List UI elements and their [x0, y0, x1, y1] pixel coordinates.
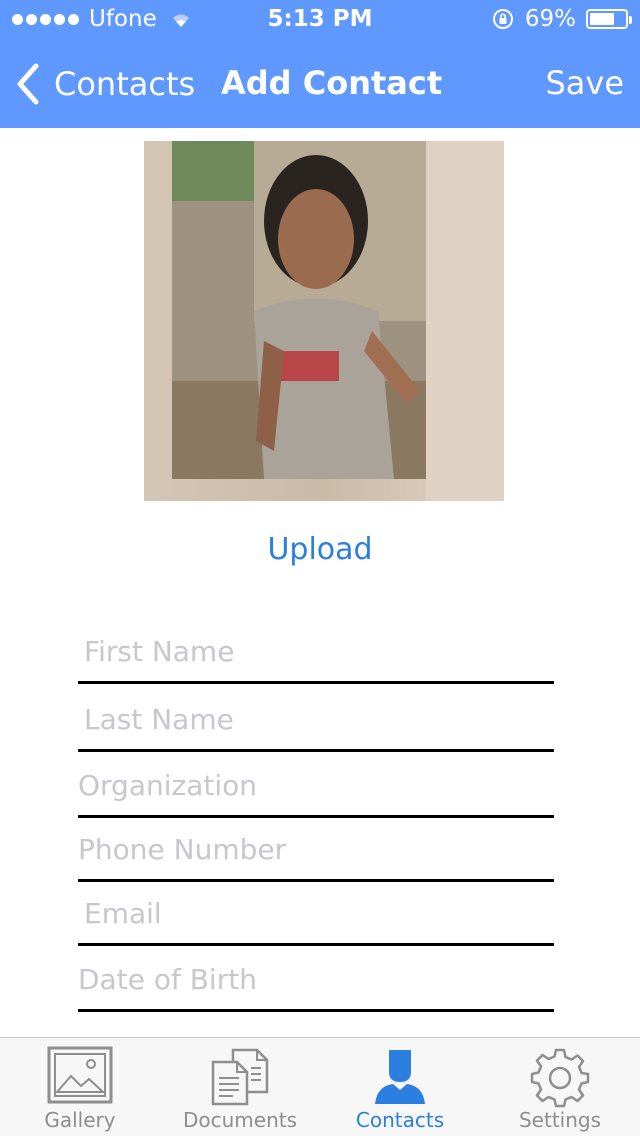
status-bar: Ufone 5:13 PM 69%	[0, 0, 640, 40]
tab-gallery[interactable]: Gallery	[0, 1038, 160, 1136]
tab-label: Documents	[182, 1108, 298, 1132]
contacts-icon	[375, 1050, 425, 1104]
gallery-icon	[47, 1046, 113, 1104]
header: Ufone 5:13 PM 69% Contacts Add Contact S…	[0, 0, 640, 128]
rotation-lock-icon	[492, 9, 513, 29]
email-input[interactable]	[78, 890, 560, 936]
back-button[interactable]: Contacts	[14, 62, 195, 106]
save-button[interactable]: Save	[545, 64, 624, 102]
navigation-bar: Contacts Add Contact Save	[0, 40, 640, 128]
tab-settings[interactable]: Settings	[480, 1038, 640, 1136]
last-name-field[interactable]	[78, 696, 560, 752]
settings-icon	[530, 1048, 590, 1108]
last-name-input[interactable]	[78, 696, 560, 742]
photo-image	[144, 141, 504, 501]
back-button-label: Contacts	[54, 65, 196, 103]
field-underline	[78, 943, 554, 946]
email-field[interactable]	[78, 890, 560, 946]
documents-icon	[211, 1048, 269, 1106]
organization-input[interactable]	[78, 762, 554, 808]
page-title: Add Contact	[221, 64, 443, 102]
phone-number-input[interactable]	[78, 826, 554, 872]
tab-label: Contacts	[355, 1108, 445, 1132]
field-underline	[78, 815, 554, 818]
field-underline	[78, 879, 554, 882]
first-name-field[interactable]	[78, 628, 560, 684]
upload-button[interactable]: Upload	[0, 532, 640, 567]
date-of-birth-field[interactable]	[78, 956, 554, 1012]
tab-label: Settings	[518, 1108, 602, 1132]
chevron-left-icon	[17, 63, 39, 105]
date-of-birth-input[interactable]	[78, 956, 554, 1002]
field-underline	[78, 681, 554, 684]
field-underline	[78, 1009, 554, 1012]
organization-field[interactable]	[78, 762, 554, 818]
status-right: 69%	[491, 6, 632, 32]
phone-number-field[interactable]	[78, 826, 554, 882]
battery-percent: 69%	[524, 6, 576, 32]
field-underline	[78, 749, 554, 752]
tab-bar: Gallery Documents Contacts Settings	[0, 1037, 640, 1136]
tab-label: Gallery	[44, 1108, 116, 1132]
contact-photo[interactable]	[144, 141, 504, 501]
tab-contacts[interactable]: Contacts	[320, 1038, 480, 1136]
first-name-input[interactable]	[78, 628, 560, 674]
battery-icon	[586, 9, 632, 29]
tab-documents[interactable]: Documents	[160, 1038, 320, 1136]
